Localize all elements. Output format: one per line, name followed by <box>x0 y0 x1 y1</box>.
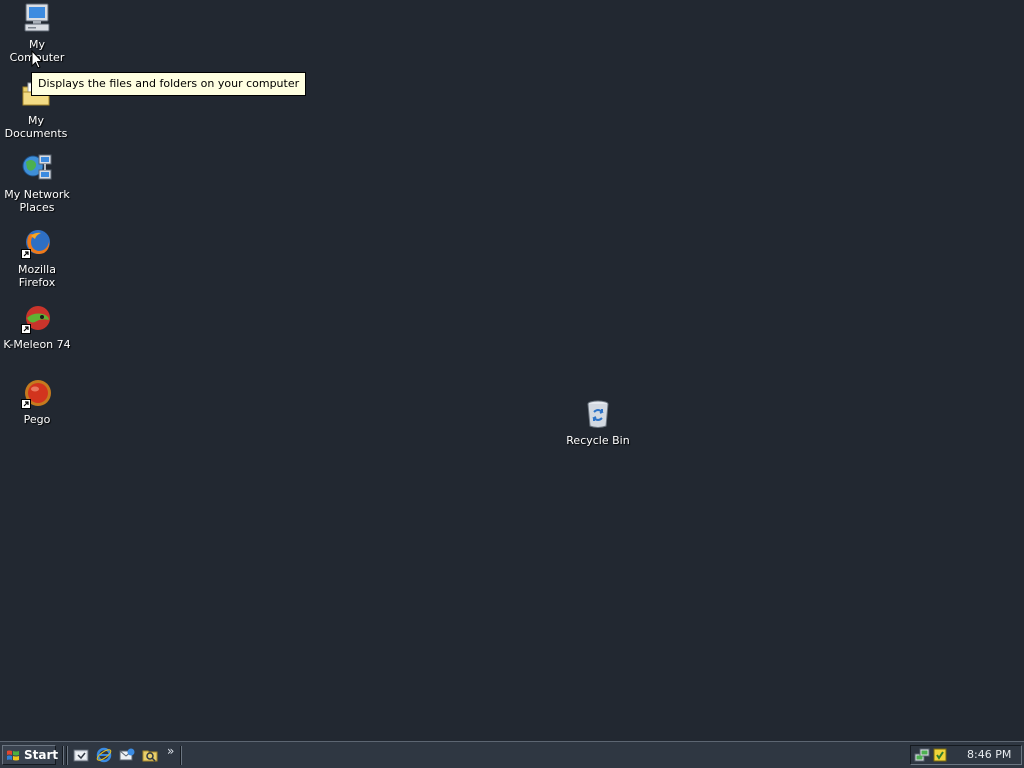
desktop-icon-my-network-places[interactable]: My Network Places <box>0 152 74 214</box>
start-label: Start <box>24 748 59 762</box>
taskbar-separator <box>62 746 64 765</box>
desktop-icon-label: Recycle Bin <box>566 434 630 447</box>
computer-icon <box>21 2 53 34</box>
start-button[interactable]: Start <box>2 745 59 767</box>
security-tray-icon[interactable] <box>932 747 948 763</box>
ie-icon[interactable] <box>96 747 112 763</box>
desktop-icon-pego[interactable]: Pego <box>0 377 74 426</box>
desktop-icon-k-meleon[interactable]: K-Meleon 74 <box>0 302 74 351</box>
kmeleon-icon <box>21 302 53 334</box>
mouse-cursor-icon <box>31 49 44 73</box>
tooltip: Displays the files and folders on your c… <box>31 72 307 96</box>
explorer-icon[interactable] <box>142 747 158 763</box>
network-tray-icon[interactable] <box>914 747 930 763</box>
shortcut-arrow-icon <box>21 249 31 259</box>
desktop-icon-label: Pego <box>23 413 51 426</box>
show-desktop-icon[interactable] <box>73 747 89 763</box>
desktop[interactable]: My Computer My Documents My Networ <box>0 0 1024 741</box>
firefox-icon <box>21 227 53 259</box>
pego-icon <box>21 377 53 409</box>
recycle-bin-icon <box>582 398 614 430</box>
clock[interactable]: 8:46 PM <box>967 746 1011 764</box>
taskbar-separator <box>180 746 182 765</box>
windows-flag-icon <box>6 749 20 767</box>
quick-launch-chevron-icon[interactable]: » <box>167 744 174 758</box>
desktop-icon-label: My Documents <box>4 114 68 140</box>
network-icon <box>21 152 53 184</box>
desktop-icon-mozilla-firefox[interactable]: Mozilla Firefox <box>0 227 74 289</box>
desktop-icon-label: K-Meleon 74 <box>3 338 71 351</box>
desktop-icon-label: My Network Places <box>4 188 70 214</box>
mail-icon[interactable] <box>119 747 135 763</box>
taskbar-separator <box>66 746 68 765</box>
shortcut-arrow-icon <box>21 324 31 334</box>
desktop-icon-label: Mozilla Firefox <box>18 263 56 289</box>
desktop-icon-recycle-bin[interactable]: Recycle Bin <box>561 398 635 447</box>
system-tray: 8:46 PM <box>910 745 1022 765</box>
taskbar: Start » 8:46 PM <box>0 741 1024 768</box>
shortcut-arrow-icon <box>21 399 31 409</box>
